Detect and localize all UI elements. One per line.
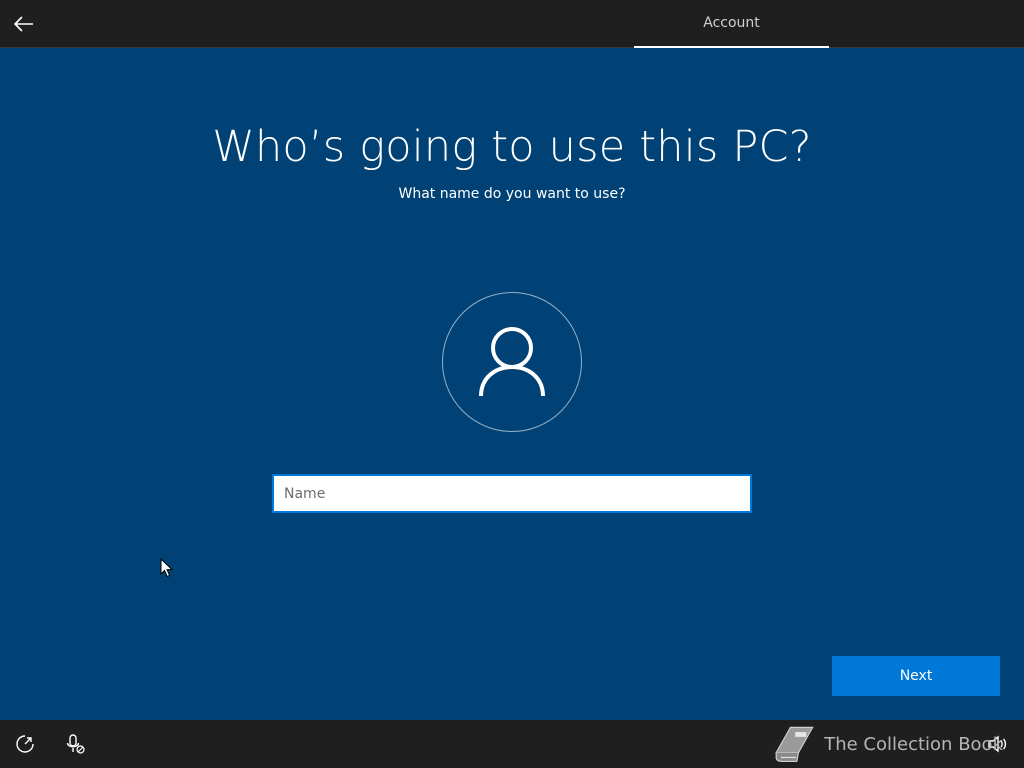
- page-subtitle: What name do you want to use?: [398, 186, 626, 202]
- avatar: [442, 292, 582, 432]
- mouse-cursor-icon: [160, 558, 174, 578]
- microphone-icon: [66, 734, 85, 754]
- volume-button[interactable]: [985, 732, 1009, 756]
- top-bar: Account: [0, 0, 1024, 48]
- name-input[interactable]: [272, 474, 752, 513]
- back-arrow-icon: [14, 16, 33, 32]
- ease-of-access-button[interactable]: [13, 732, 37, 756]
- microphone-button[interactable]: [63, 732, 87, 756]
- next-button[interactable]: Next: [832, 656, 1000, 696]
- ease-of-access-icon: [16, 735, 34, 753]
- tab-account[interactable]: Account: [634, 0, 829, 48]
- user-icon: [479, 327, 545, 397]
- page-title: Who’s going to use this PC?: [212, 122, 812, 172]
- volume-icon: [988, 735, 1007, 753]
- back-button[interactable]: [8, 8, 40, 40]
- bottom-bar: [0, 720, 1024, 768]
